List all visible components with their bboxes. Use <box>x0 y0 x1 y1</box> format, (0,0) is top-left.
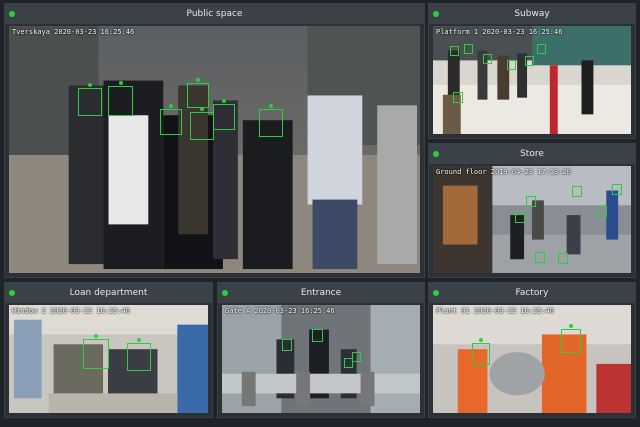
turnstile-gate-image <box>222 305 420 413</box>
factory-floor-image <box>433 305 631 413</box>
face-detection-box <box>450 46 459 56</box>
face-detection-box <box>259 104 283 137</box>
face-detection-box <box>597 206 607 217</box>
status-dot-icon <box>222 290 228 296</box>
panel-header: Loan department <box>5 283 212 303</box>
camera-timestamp: Window 2 2020-03-23 16:25:46 <box>12 307 131 315</box>
status-dot-icon <box>433 11 439 17</box>
face-detection-box <box>535 252 545 263</box>
panel-title: Store <box>520 149 544 159</box>
panel-header: Entrance <box>218 283 424 303</box>
face-detection-box <box>612 184 622 195</box>
face-detection-box <box>352 352 361 362</box>
face-detection-box <box>282 339 292 351</box>
face-detection-box <box>558 253 568 264</box>
panel-public-space[interactable]: Public space Tverskaya 2020-03-23 16:25:… <box>4 3 425 278</box>
face-detection-box <box>572 186 582 197</box>
camera-timestamp: Plant 01 2020-03-23 16:25:46 <box>436 307 555 315</box>
face-detection-box <box>344 358 353 368</box>
face-detection-box <box>160 104 182 135</box>
panel-title: Entrance <box>300 288 342 298</box>
camera-feed-public-space[interactable]: Tverskaya 2020-03-23 16:25:46 <box>9 26 420 273</box>
panel-store[interactable]: Store Ground floor 2019-04-23 17:13:20 <box>428 143 636 278</box>
panel-header: Public space <box>5 4 424 24</box>
face-detection-box <box>537 44 546 54</box>
store-floor-image <box>433 166 631 273</box>
panel-header: Store <box>429 144 635 164</box>
panel-loan-department[interactable]: Loan department Window 2 2020-03-23 16:2… <box>4 282 213 418</box>
face-detection-box <box>190 107 214 140</box>
camera-feed-subway[interactable]: Platform 1 2020-03-23 16:25:46 <box>433 26 631 134</box>
face-detection-box <box>464 44 473 54</box>
status-dot-icon <box>433 290 439 296</box>
camera-timestamp: Ground floor 2019-04-23 17:13:20 <box>436 168 571 176</box>
face-detection-box <box>472 338 490 365</box>
camera-timestamp: Tverskaya 2020-03-23 16:25:46 <box>12 28 135 36</box>
face-detection-box <box>78 83 102 116</box>
camera-feed-store[interactable]: Ground floor 2019-04-23 17:13:20 <box>433 166 631 273</box>
face-detection-box <box>483 54 492 64</box>
panel-title: Subway <box>514 9 550 19</box>
camera-wall: Public space Tverskaya 2020-03-23 16:25:… <box>0 0 640 427</box>
status-dot-icon <box>9 290 15 296</box>
panel-title: Public space <box>186 9 243 19</box>
face-detection-box <box>561 324 581 353</box>
camera-feed-entrance[interactable]: Gate A 2020-03-23 16:25:46 <box>222 305 420 413</box>
camera-feed-loan-department[interactable]: Window 2 2020-03-23 16:25:46 <box>9 305 208 413</box>
face-detection-box <box>213 99 235 130</box>
face-detection-box <box>515 212 525 223</box>
face-detection-box <box>127 338 151 371</box>
street-scene-image <box>9 26 420 273</box>
panel-entrance[interactable]: Entrance Gate A 2020-03-23 16:25:46 <box>217 282 425 418</box>
status-dot-icon <box>9 11 15 17</box>
face-detection-box <box>507 60 516 70</box>
panel-header: Subway <box>429 4 635 24</box>
face-detection-box <box>525 56 534 66</box>
panel-title: Factory <box>515 288 549 298</box>
face-detection-box <box>453 92 463 103</box>
face-detection-box <box>526 196 536 207</box>
panel-title: Loan department <box>69 288 148 298</box>
panel-subway[interactable]: Subway Platform 1 2020-03-23 16:25:46 <box>428 3 636 139</box>
camera-timestamp: Gate A 2020-03-23 16:25:46 <box>225 307 335 315</box>
panel-header: Factory <box>429 283 635 303</box>
subway-platform-image <box>433 26 631 134</box>
status-dot-icon <box>433 151 439 157</box>
camera-feed-factory[interactable]: Plant 01 2020-03-23 16:25:46 <box>433 305 631 413</box>
camera-timestamp: Platform 1 2020-03-23 16:25:46 <box>436 28 563 36</box>
face-detection-box <box>83 334 109 369</box>
face-detection-box <box>108 81 133 116</box>
face-detection-box <box>187 78 209 108</box>
panel-factory[interactable]: Factory Plant 01 2020-03-23 16:25:46 <box>428 282 636 418</box>
face-detection-box <box>312 329 323 342</box>
